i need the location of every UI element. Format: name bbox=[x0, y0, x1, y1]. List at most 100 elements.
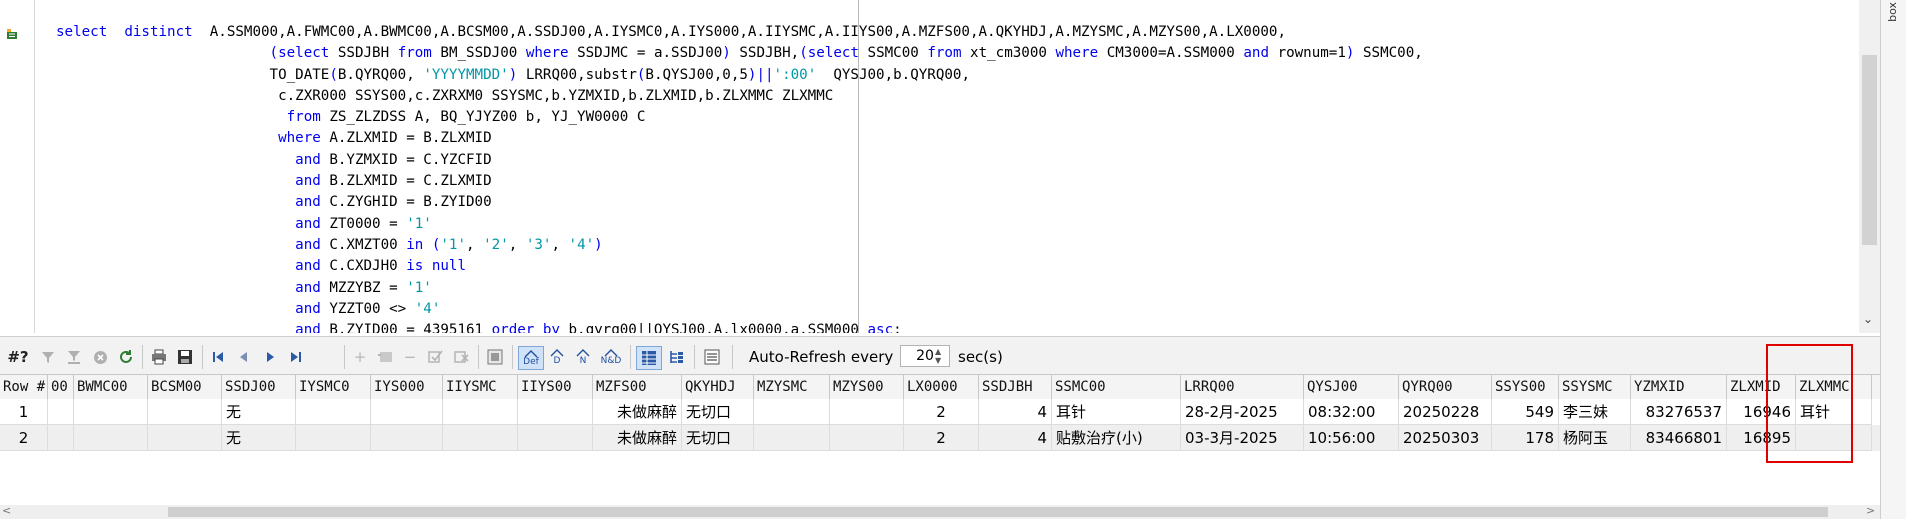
insert-record-icon[interactable]: + bbox=[350, 346, 370, 368]
sql-code[interactable]: select distinct A.SSM000,A.FWMC00,A.BWMC… bbox=[56, 22, 1423, 333]
post-record-icon[interactable] bbox=[424, 346, 446, 368]
table-cell[interactable]: 无切口 bbox=[682, 425, 754, 451]
table-cell[interactable] bbox=[754, 399, 830, 425]
table-cell[interactable] bbox=[74, 425, 148, 451]
record-view-icon[interactable] bbox=[700, 346, 724, 368]
table-cell[interactable] bbox=[48, 425, 74, 451]
table-cell[interactable] bbox=[1796, 425, 1872, 451]
scroll-left-icon[interactable]: < bbox=[2, 504, 11, 517]
grid-scroll-thumb[interactable] bbox=[168, 507, 1828, 517]
table-cell[interactable] bbox=[296, 399, 371, 425]
column-header[interactable]: IIYS00 bbox=[518, 375, 593, 400]
table-cell[interactable] bbox=[148, 425, 222, 451]
print-icon[interactable] bbox=[148, 346, 170, 368]
table-cell[interactable]: 16946 bbox=[1727, 399, 1796, 425]
table-cell[interactable]: 549 bbox=[1492, 399, 1559, 425]
table-cell[interactable] bbox=[518, 425, 593, 451]
cancel-changes-icon[interactable] bbox=[450, 346, 472, 368]
table-cell[interactable] bbox=[443, 399, 518, 425]
table-cell[interactable] bbox=[371, 425, 443, 451]
last-record-icon[interactable] bbox=[286, 346, 306, 368]
table-cell[interactable]: 178 bbox=[1492, 425, 1559, 451]
table-cell[interactable]: 83466801 bbox=[1631, 425, 1727, 451]
row-count-button[interactable]: #? bbox=[4, 346, 32, 368]
table-cell[interactable] bbox=[518, 399, 593, 425]
table-cell[interactable] bbox=[148, 399, 222, 425]
column-header[interactable]: 00 bbox=[48, 375, 74, 400]
cancel-query-icon[interactable] bbox=[90, 346, 110, 368]
side-panel-label[interactable]: box bbox=[1886, 2, 1902, 22]
column-header[interactable]: Row # bbox=[0, 375, 48, 400]
table-cell[interactable] bbox=[830, 425, 904, 451]
insert-multiple-icon[interactable] bbox=[374, 346, 396, 368]
prior-record-icon[interactable] bbox=[234, 346, 254, 368]
right-side-panel[interactable]: box bbox=[1880, 0, 1906, 519]
table-cell[interactable] bbox=[296, 425, 371, 451]
column-header[interactable]: IYSMC0 bbox=[296, 375, 371, 400]
column-header[interactable]: SSDJ00 bbox=[222, 375, 296, 400]
table-cell[interactable]: 耳针 bbox=[1052, 399, 1181, 425]
row-number-cell[interactable]: 1 bbox=[0, 399, 48, 425]
table-cell[interactable]: 无 bbox=[222, 399, 296, 425]
first-record-icon[interactable] bbox=[208, 346, 228, 368]
refresh-interval-input[interactable] bbox=[900, 345, 950, 367]
grid-view-icon[interactable] bbox=[636, 346, 662, 370]
table-cell[interactable] bbox=[443, 425, 518, 451]
display-d-button[interactable]: D bbox=[546, 346, 568, 368]
column-header[interactable]: BWMC00 bbox=[74, 375, 148, 400]
column-header[interactable]: MZFS00 bbox=[593, 375, 682, 400]
column-header[interactable]: YZMXID bbox=[1631, 375, 1727, 400]
table-cell[interactable]: 4 bbox=[979, 425, 1052, 451]
table-cell[interactable]: 杨阿玉 bbox=[1559, 425, 1631, 451]
row-number-cell[interactable]: 2 bbox=[0, 425, 48, 451]
save-icon[interactable] bbox=[174, 346, 196, 368]
single-record-view-icon[interactable] bbox=[484, 346, 506, 368]
table-cell[interactable]: 08:32:00 bbox=[1304, 399, 1399, 425]
table-cell[interactable] bbox=[371, 399, 443, 425]
table-cell[interactable] bbox=[830, 399, 904, 425]
column-header[interactable]: BCSM00 bbox=[148, 375, 222, 400]
table-row[interactable]: 1 无未做麻醉 无切口 2 4 耳针 28-2月-2025 08:32:00 20250228 5… bbox=[0, 399, 1880, 425]
column-header[interactable]: LRRQ00 bbox=[1181, 375, 1304, 400]
display-def-button[interactable]: Def bbox=[518, 346, 544, 370]
table-cell[interactable]: 2 bbox=[904, 425, 979, 451]
delete-record-icon[interactable]: − bbox=[400, 346, 420, 368]
table-cell[interactable]: 贴敷治疗(小) bbox=[1052, 425, 1181, 451]
column-header[interactable]: QYSJ00 bbox=[1304, 375, 1399, 400]
column-header[interactable]: ZLXMMC bbox=[1796, 375, 1872, 400]
next-record-icon[interactable] bbox=[260, 346, 280, 368]
table-cell[interactable]: 4 bbox=[979, 399, 1052, 425]
table-row[interactable]: 2 无未做麻醉 无切口 2 4 贴敷治疗(小) 03-3月-2025 10:56:00 2025… bbox=[0, 425, 1880, 451]
display-nd-button[interactable]: N&D bbox=[598, 346, 624, 368]
column-header[interactable]: ZLXMID bbox=[1727, 375, 1796, 400]
display-n-button[interactable]: N bbox=[572, 346, 594, 368]
interval-spinner-icon[interactable]: ▲ ▼ bbox=[935, 347, 941, 365]
column-header[interactable]: QYRQ00 bbox=[1399, 375, 1492, 400]
table-cell[interactable] bbox=[48, 399, 74, 425]
table-cell[interactable]: 83276537 bbox=[1631, 399, 1727, 425]
column-header[interactable]: SSDJBH bbox=[979, 375, 1052, 400]
column-header[interactable]: SSYS00 bbox=[1492, 375, 1559, 400]
column-header[interactable]: QKYHDJ bbox=[682, 375, 754, 400]
table-cell[interactable]: 16895 bbox=[1727, 425, 1796, 451]
table-cell[interactable]: 无 bbox=[222, 425, 296, 451]
table-cell[interactable]: 10:56:00 bbox=[1304, 425, 1399, 451]
tree-view-icon[interactable] bbox=[664, 346, 688, 368]
table-cell[interactable]: 03-3月-2025 bbox=[1181, 425, 1304, 451]
column-header[interactable]: LX0000 bbox=[904, 375, 979, 400]
column-header[interactable]: IYS000 bbox=[371, 375, 443, 400]
table-cell[interactable]: 无切口 bbox=[682, 399, 754, 425]
table-cell[interactable]: 2 bbox=[904, 399, 979, 425]
scroll-down-icon[interactable]: ⌄ bbox=[1863, 312, 1873, 326]
grid-horizontal-scrollbar[interactable]: < > bbox=[0, 504, 1880, 519]
table-cell[interactable]: 28-2月-2025 bbox=[1181, 399, 1304, 425]
table-cell[interactable]: 未做麻醉 bbox=[593, 425, 682, 451]
editor-vertical-scrollbar[interactable]: ⌄ bbox=[1859, 0, 1880, 333]
column-header[interactable]: MZYSMC bbox=[754, 375, 830, 400]
editor-scroll-thumb[interactable] bbox=[1862, 55, 1877, 245]
filter-icon[interactable] bbox=[38, 346, 58, 368]
filter-clear-icon[interactable] bbox=[64, 346, 84, 368]
column-header[interactable]: IIYSMC bbox=[443, 375, 518, 400]
sql-editor[interactable]: select distinct A.SSM000,A.FWMC00,A.BWMC… bbox=[0, 0, 1880, 333]
column-header[interactable]: SSYSMC bbox=[1559, 375, 1631, 400]
